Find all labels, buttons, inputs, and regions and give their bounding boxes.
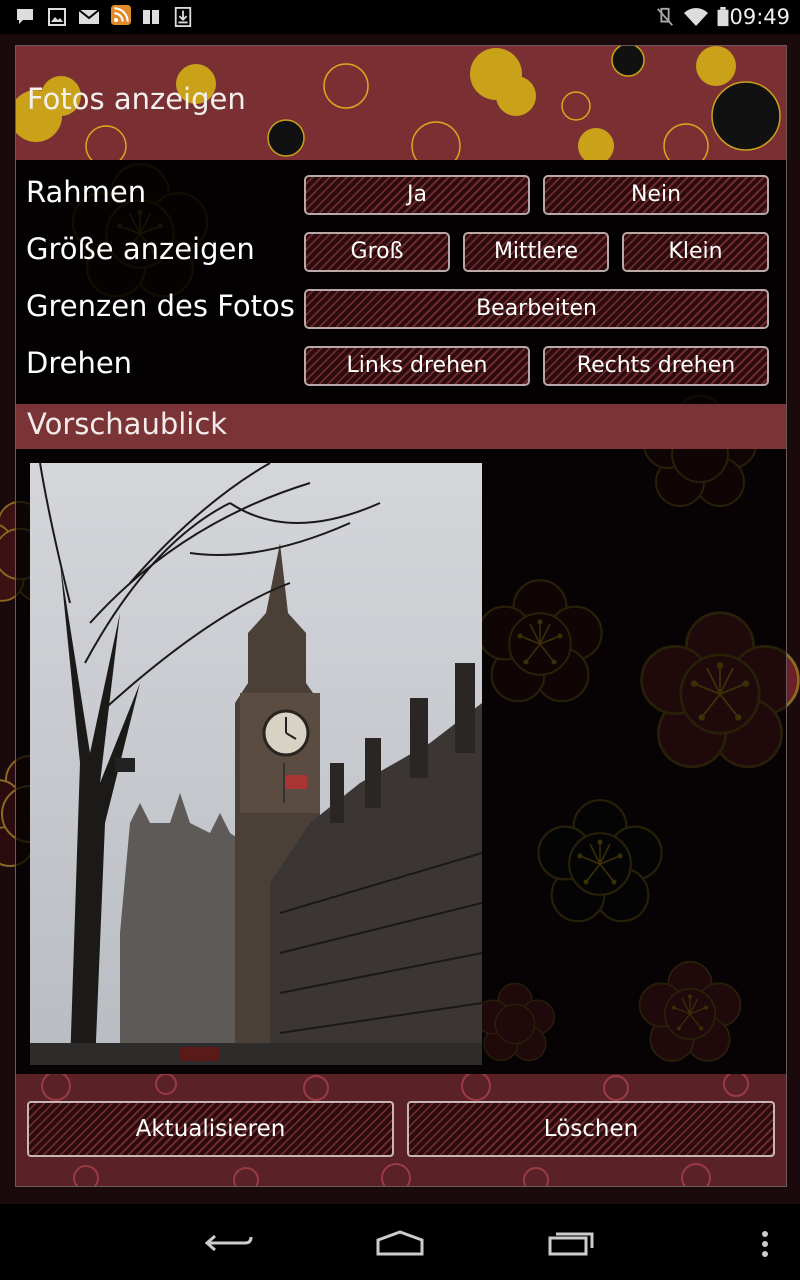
clock: 09:49 [729, 5, 790, 29]
mute-icon [657, 7, 673, 26]
recents-icon[interactable] [546, 1230, 596, 1256]
wifi-icon [684, 8, 708, 26]
preview-header: Vorschaublick [16, 404, 786, 449]
crop-label: Grenzen des Fotos [26, 289, 295, 323]
frame-no-button[interactable]: Nein [543, 175, 769, 215]
chat-icon [17, 9, 33, 24]
size-large-button[interactable]: Groß [304, 232, 450, 272]
home-icon[interactable] [374, 1230, 426, 1256]
menu-icon[interactable] [760, 1230, 770, 1258]
photo-settings-dialog: Fotos anzeigen Rahmen Ja Nein Größe anze… [15, 45, 787, 1187]
battery-icon [717, 7, 729, 27]
frame-yes-button[interactable]: Ja [304, 175, 530, 215]
navigation-bar [0, 1204, 800, 1280]
image-icon [48, 8, 66, 26]
book-icon [143, 10, 159, 24]
preview-title: Vorschaublick [27, 407, 228, 441]
status-bar: 09:49 [0, 0, 800, 34]
footer-bar: Aktualisieren Löschen [16, 1074, 786, 1186]
settings-panel: Rahmen Ja Nein Größe anzeigen Groß Mittl… [16, 160, 786, 405]
big-ben-photo [30, 463, 482, 1065]
size-small-button[interactable]: Klein [622, 232, 769, 272]
size-medium-button[interactable]: Mittlere [463, 232, 609, 272]
preview-area [16, 449, 786, 1074]
delete-button[interactable]: Löschen [407, 1101, 775, 1157]
rotate-label: Drehen [26, 346, 133, 380]
mail-icon [78, 9, 100, 24]
dialog-header: Fotos anzeigen [16, 46, 786, 160]
preview-photo [30, 463, 482, 1065]
crop-edit-button[interactable]: Bearbeiten [304, 289, 769, 329]
size-label: Größe anzeigen [26, 232, 255, 266]
download-icon [174, 7, 192, 27]
rotate-left-button[interactable]: Links drehen [304, 346, 530, 386]
rotate-right-button[interactable]: Rechts drehen [543, 346, 769, 386]
frame-label: Rahmen [26, 175, 147, 209]
back-icon[interactable] [205, 1230, 255, 1256]
dialog-title: Fotos anzeigen [27, 82, 246, 116]
refresh-button[interactable]: Aktualisieren [27, 1101, 394, 1157]
rss-icon [111, 5, 131, 25]
